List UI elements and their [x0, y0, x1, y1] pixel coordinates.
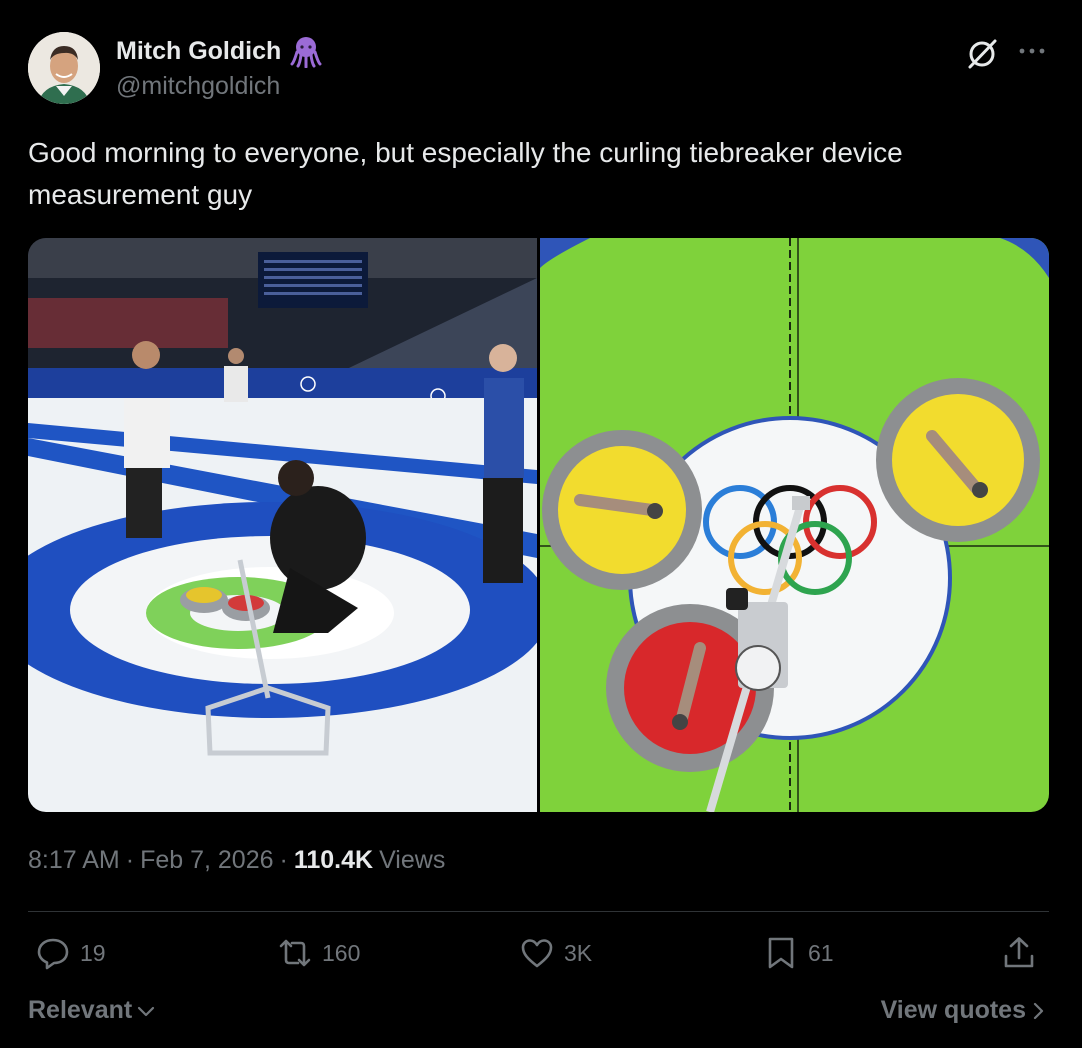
share-icon: [1004, 937, 1034, 968]
view-quotes-label: View quotes: [880, 996, 1026, 1024]
chevron-right-icon: [1033, 1002, 1044, 1019]
author-handle[interactable]: @mitchgoldich: [116, 72, 280, 101]
reply-count: 19: [80, 939, 106, 966]
meta-separator: ·: [279, 846, 288, 874]
tweet-text: Good morning to everyone, but especially…: [28, 137, 903, 210]
more-options-icon[interactable]: [1016, 38, 1048, 64]
tweet-date[interactable]: Feb 7, 2026: [140, 846, 273, 875]
like-count: 3K: [564, 939, 593, 966]
bookmark-count: 61: [808, 939, 834, 966]
chevron-down-icon: [138, 1006, 155, 1016]
like-button[interactable]: 3K: [518, 934, 592, 972]
tweet-time[interactable]: 8:17 AM: [28, 846, 120, 875]
avatar[interactable]: [28, 32, 100, 104]
octopus-icon: [289, 34, 323, 69]
grok-icon[interactable]: [964, 36, 1000, 72]
heart-icon: [521, 939, 553, 968]
divider: [28, 911, 1049, 912]
tweet: Mitch Goldich @mitchgoldich Good morning…: [0, 0, 1082, 1048]
reply-button[interactable]: 19: [34, 934, 106, 972]
retweet-count: 160: [322, 939, 361, 966]
media-photo-measurement[interactable]: [540, 238, 1049, 812]
bookmark-icon: [768, 937, 794, 969]
media-photo-arena[interactable]: [28, 238, 537, 812]
bookmark-button[interactable]: 61: [762, 934, 834, 972]
tweet-meta: 8:17 AM · Feb 7, 2026 · 110.4K Views: [28, 846, 445, 875]
views-label: Views: [379, 846, 446, 874]
avatar-image: [28, 32, 100, 104]
retweet-button[interactable]: 160: [276, 934, 360, 972]
sort-label: Relevant: [28, 996, 133, 1024]
views-count[interactable]: 110.4K: [294, 846, 373, 875]
share-button[interactable]: [1000, 934, 1038, 972]
view-quotes-link[interactable]: View quotes: [881, 996, 1046, 1025]
author-name-row[interactable]: Mitch Goldich: [116, 34, 323, 69]
sort-replies-dropdown[interactable]: Relevant: [28, 996, 156, 1025]
author-display-name[interactable]: Mitch Goldich: [116, 37, 281, 66]
retweet-icon: [279, 939, 311, 967]
tweet-media: [28, 238, 1049, 812]
meta-separator: ·: [125, 846, 135, 874]
reply-icon: [37, 938, 69, 970]
